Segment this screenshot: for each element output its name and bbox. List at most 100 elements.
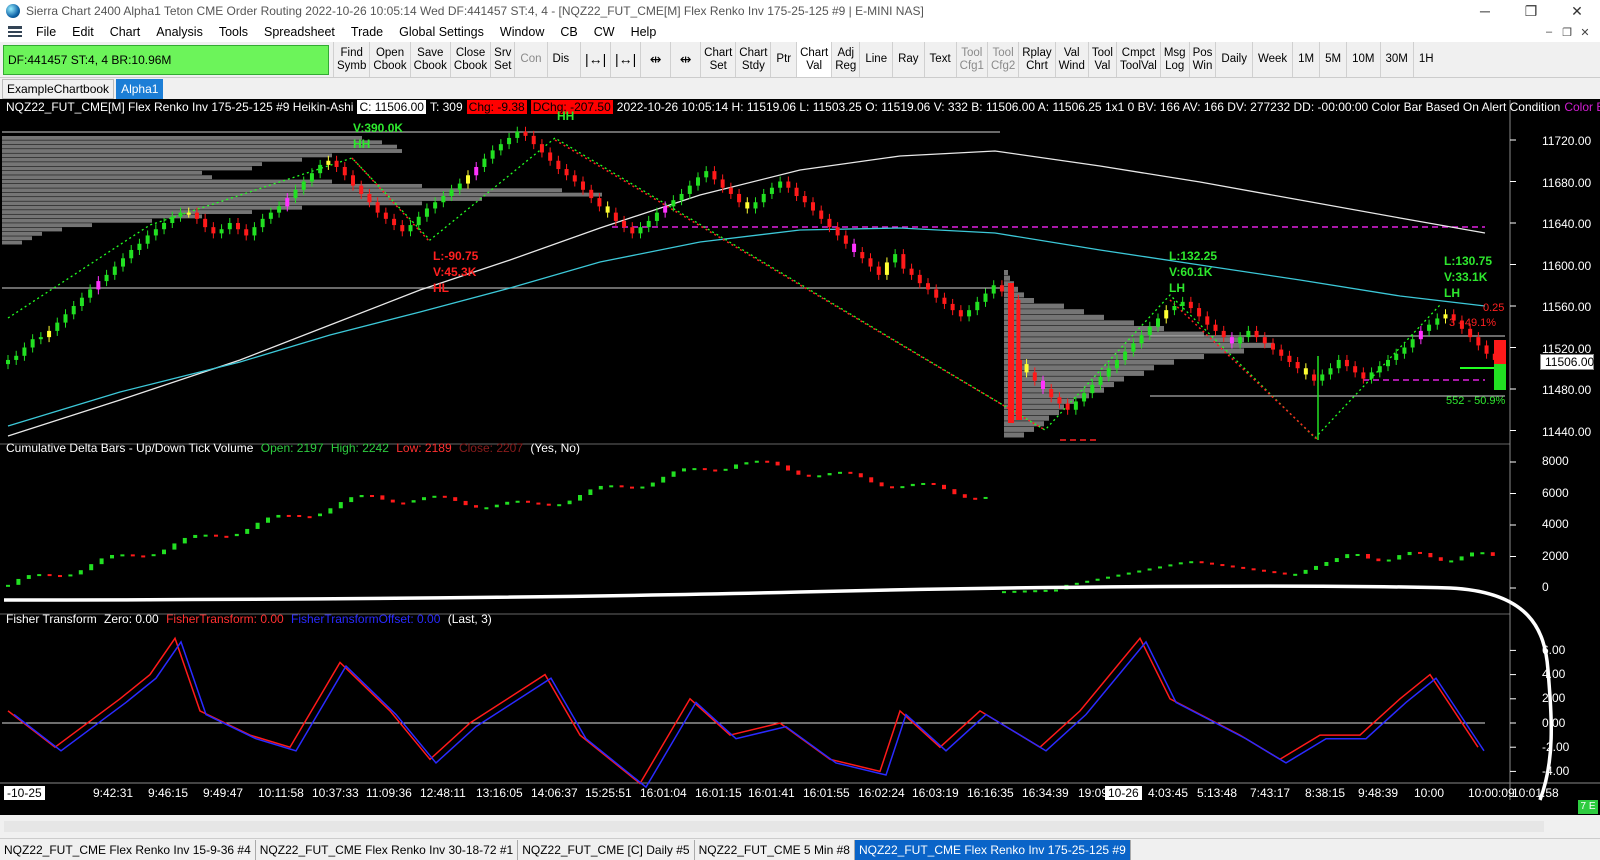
chart-tab[interactable]: NQZ22_FUT_CME 5 Min #8 xyxy=(695,839,855,860)
toolbar-button-tool-cfg1[interactable]: Tool Cfg1 xyxy=(955,42,987,77)
fisher-header: Fisher Transform Zero: 0.00 FisherTransf… xyxy=(6,612,496,626)
toolbar-button-close-cbook[interactable]: Close Cbook xyxy=(449,42,490,77)
toolbar-button-con[interactable]: Con xyxy=(514,42,546,77)
chart-tab[interactable]: NQZ22_FUT_CME Flex Renko Inv 30-18-72 #1 xyxy=(256,839,519,860)
chartbook-tab-alpha1[interactable]: Alpha1 xyxy=(116,78,164,99)
delta-bar xyxy=(1262,569,1266,572)
delta-bar xyxy=(411,500,416,503)
menu-file[interactable]: File xyxy=(28,25,64,39)
menu-cb[interactable]: CB xyxy=(552,25,585,39)
price-bar xyxy=(63,314,68,323)
toolbar-button-find-symb[interactable]: Find Symb xyxy=(333,42,369,77)
toolbar-button-ray[interactable]: Ray xyxy=(892,42,923,77)
chart-canvas[interactable] xyxy=(0,100,1600,815)
price-bar xyxy=(1443,314,1448,319)
close-button[interactable]: ✕ xyxy=(1554,0,1600,22)
toolbar-button-rplay-chrt[interactable]: Rplay Chrt xyxy=(1018,42,1054,77)
chartbook-tab-examplechartbook[interactable]: ExampleChartbook xyxy=(2,78,115,99)
price-bar xyxy=(704,171,709,178)
minimize-button[interactable]: ─ xyxy=(1462,0,1508,22)
delta-bar xyxy=(266,517,270,523)
toolbar-button-adj-reg[interactable]: Adj Reg xyxy=(831,42,859,77)
compress-bars-icon[interactable]: ⇹ xyxy=(640,42,670,77)
price-bar xyxy=(178,212,183,217)
menu-analysis[interactable]: Analysis xyxy=(148,25,211,39)
toolbar-button-val-wind[interactable]: Val Wind xyxy=(1054,42,1088,77)
delta-bar xyxy=(536,502,541,505)
scrollbar-track[interactable] xyxy=(4,821,1544,832)
toolbar-button-label: 1M xyxy=(1298,53,1315,65)
price-bar-large-drop xyxy=(1008,283,1014,423)
toolbar-button-pos-win[interactable]: Pos Win xyxy=(1188,42,1216,77)
toolbar-button-30m[interactable]: 30M xyxy=(1379,42,1413,77)
toolbar-button-5m[interactable]: 5M xyxy=(1319,42,1346,77)
chart-tab[interactable]: NQZ22_FUT_CME Flex Renko Inv 15-9-36 #4 xyxy=(0,839,256,860)
mdi-restore-button[interactable]: ❐ xyxy=(1558,26,1576,39)
volume-profile-bar xyxy=(2,223,92,228)
toolbar-button-chart-set[interactable]: Chart Set xyxy=(700,42,735,77)
toolbar-button-chart-stdy[interactable]: Chart Stdy xyxy=(735,42,770,77)
toolbar-button-msg-log[interactable]: Msg Log xyxy=(1159,42,1189,77)
delta-bar xyxy=(380,495,385,500)
toolbar-button-week[interactable]: Week xyxy=(1251,42,1292,77)
price-bar xyxy=(613,212,618,221)
price-bar xyxy=(975,301,980,311)
volume-profile-bar xyxy=(2,205,302,210)
price-bar xyxy=(137,243,142,250)
chart-area[interactable]: NQZ22_FUT_CME[M] Flex Renko Inv 175-25-1… xyxy=(0,100,1600,815)
toolbar-button-1m[interactable]: 1M xyxy=(1292,42,1319,77)
zoom-in-icon[interactable]: |↔| xyxy=(580,42,610,77)
menu-cw[interactable]: CW xyxy=(586,25,623,39)
delta-bar xyxy=(1449,560,1454,563)
price-bar xyxy=(1123,351,1128,360)
toolbar-button-10m[interactable]: 10M xyxy=(1346,42,1379,77)
restore-button[interactable]: ❐ xyxy=(1508,0,1554,22)
toolbar-button-chart-val[interactable]: Chart Val xyxy=(796,42,832,77)
toolbar-button-text[interactable]: Text xyxy=(923,42,956,77)
menu-trade[interactable]: Trade xyxy=(343,25,391,39)
toolbar-button-label: Find xyxy=(340,46,363,59)
zoom-out-icon[interactable]: |↔| xyxy=(610,42,640,77)
horizontal-scrollbar[interactable] xyxy=(0,815,1600,838)
toolbar-button-daily[interactable]: Daily xyxy=(1215,42,1252,77)
toolbar-button-tool-cfg2[interactable]: Tool Cfg2 xyxy=(986,42,1018,77)
color-bar-value: Color Bar: 0.00 xyxy=(1564,100,1600,114)
menu-spreadsheet[interactable]: Spreadsheet xyxy=(256,25,343,39)
mdi-minimize-button[interactable]: – xyxy=(1540,26,1558,39)
menu-edit[interactable]: Edit xyxy=(64,25,102,39)
expand-bars-icon[interactable]: ⇹ xyxy=(670,42,700,77)
delta-bar xyxy=(1251,568,1256,571)
price-bar xyxy=(983,293,988,302)
chart-tab[interactable]: NQZ22_FUT_CME [C] Daily #5 xyxy=(518,839,695,860)
toolbar-button-dis[interactable]: Dis xyxy=(546,42,575,77)
price-bar xyxy=(424,208,429,217)
mdi-close-button[interactable]: ✕ xyxy=(1576,26,1594,39)
toolbar-button-open-cbook[interactable]: Open Cbook xyxy=(369,42,409,77)
toolbar-button-ptr[interactable]: Ptr xyxy=(770,42,796,77)
menu-help[interactable]: Help xyxy=(623,25,665,39)
delta-bar xyxy=(702,468,707,471)
menu-chart[interactable]: Chart xyxy=(102,25,149,39)
price-bar xyxy=(71,306,76,315)
price-bar xyxy=(268,212,273,219)
menu-global-settings[interactable]: Global Settings xyxy=(391,25,492,39)
toolbar-button-label: Save xyxy=(417,46,444,59)
toolbar-button-cmpct-toolval[interactable]: Cmpct ToolVal xyxy=(1115,42,1160,77)
price-bar xyxy=(802,196,807,203)
chart-tab[interactable]: NQZ22_FUT_CME Flex Renko Inv 175-25-125 … xyxy=(854,839,1131,860)
menu-tools[interactable]: Tools xyxy=(211,25,256,39)
system-menu-icon[interactable] xyxy=(8,26,22,38)
volume-profile-bar xyxy=(2,231,42,236)
toolbar-button-save-cbook[interactable]: Save Cbook xyxy=(409,42,450,77)
toolbar-button-srv-set[interactable]: Srv Set xyxy=(490,42,514,77)
toolbar-button-tool-val[interactable]: Tool Val xyxy=(1087,42,1116,77)
price-bar xyxy=(1418,330,1423,340)
time-axis-label: -10-25 xyxy=(4,786,45,800)
toolbar-button-line[interactable]: Line xyxy=(859,42,892,77)
menu-window[interactable]: Window xyxy=(492,25,552,39)
zigzag-red xyxy=(1169,299,1319,441)
toolbar-button-1h[interactable]: 1H xyxy=(1412,42,1439,77)
price-bar xyxy=(860,252,865,259)
delta-bar xyxy=(505,501,510,505)
time-axis-label: 16:01:15 xyxy=(695,786,742,800)
